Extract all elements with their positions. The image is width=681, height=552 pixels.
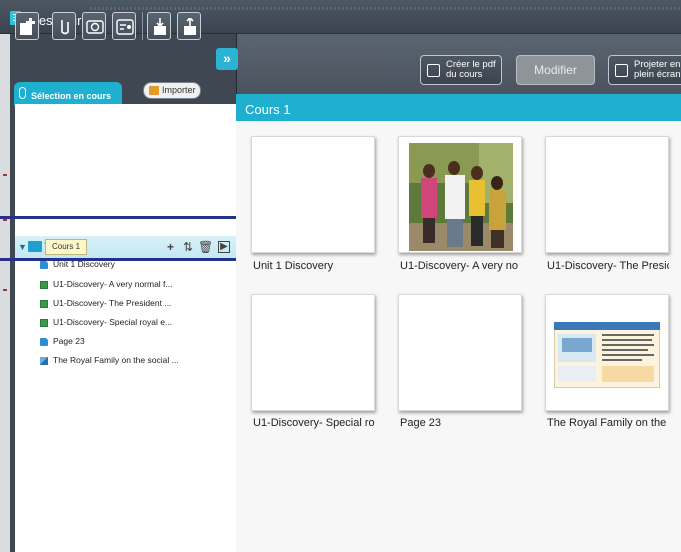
- course-card-label: The Royal Family on the s: [547, 417, 669, 429]
- attach-button[interactable]: [52, 12, 76, 40]
- create-pdf-button[interactable]: Créer le pdf du cours: [420, 55, 502, 85]
- tree-item-label: The Royal Family on the social ...: [53, 355, 179, 365]
- create-pdf-label: Créer le pdf du cours: [446, 60, 496, 80]
- tree-item-label: U1-Discovery- Special royal e...: [53, 317, 173, 327]
- settings-icon: [116, 19, 134, 35]
- course-card-label: U1-Discovery- A very no: [400, 260, 518, 272]
- selection-highlight-box: [0, 216, 248, 261]
- camera-icon: [86, 20, 104, 34]
- course-card-label: U1-Discovery- The Presic: [547, 260, 669, 272]
- paperclip-icon: [19, 87, 26, 99]
- tree-item-label: U1-Discovery- A very normal f...: [53, 279, 173, 289]
- family-photo-thumbnail: [409, 143, 513, 251]
- import-icon: [149, 86, 159, 95]
- export-button[interactable]: [177, 12, 201, 40]
- download-button[interactable]: [147, 12, 171, 40]
- play-icon: [615, 64, 628, 77]
- document-icon: [40, 338, 48, 346]
- course-card[interactable]: [398, 294, 522, 411]
- course-card[interactable]: [251, 294, 375, 411]
- course-header: Cours 1: [236, 94, 681, 121]
- create-pdf-label-line2: du cours: [446, 69, 483, 80]
- settings-button[interactable]: [112, 12, 136, 40]
- course-title: Cours 1: [245, 102, 291, 117]
- title-bar-texture: [90, 7, 681, 10]
- course-card-label: Page 23: [400, 417, 441, 429]
- course-card-label: U1-Discovery- Special ro: [253, 417, 375, 429]
- document-thumbnail: [554, 322, 660, 388]
- course-card-label: Unit 1 Discovery: [253, 260, 334, 272]
- tree-item-label: Page 23: [53, 336, 85, 346]
- fullscreen-project-label-line2: plein écran: [634, 69, 681, 80]
- tree-item-label: U1-Discovery- The President ...: [53, 298, 172, 308]
- image-icon: [40, 281, 48, 289]
- modify-button[interactable]: Modifier: [516, 55, 595, 85]
- course-card[interactable]: [545, 136, 669, 253]
- edge-marker: [3, 289, 7, 291]
- image-icon: [40, 319, 48, 327]
- tab-current-selection-label: Sélection en cours: [31, 91, 112, 101]
- export-icon: [184, 18, 196, 35]
- camera-button[interactable]: [82, 12, 106, 40]
- edge-marker: [3, 174, 7, 176]
- fullscreen-project-label: Projeter en plein écran: [634, 60, 680, 80]
- add-icon: [20, 18, 35, 35]
- collapse-panel-button[interactable]: »: [216, 48, 238, 70]
- download-icon: [154, 18, 166, 35]
- fullscreen-project-button[interactable]: Projeter en plein écran: [608, 55, 681, 85]
- attachment-icon: [61, 20, 69, 35]
- image-icon: [40, 300, 48, 308]
- left-edge-strip: [0, 34, 10, 552]
- import-button-label: Importer: [162, 85, 196, 95]
- import-button[interactable]: Importer: [143, 82, 201, 99]
- printer-icon: [427, 64, 440, 77]
- course-tree-panel: [15, 104, 236, 552]
- picture-icon: [40, 357, 48, 365]
- course-card[interactable]: [398, 136, 522, 253]
- tab-current-selection[interactable]: Sélection en cours: [14, 82, 122, 106]
- toolbar-separator: [142, 12, 143, 40]
- document-icon: [40, 261, 48, 269]
- course-card[interactable]: [545, 294, 669, 411]
- add-button[interactable]: [15, 12, 39, 40]
- course-card[interactable]: [251, 136, 375, 253]
